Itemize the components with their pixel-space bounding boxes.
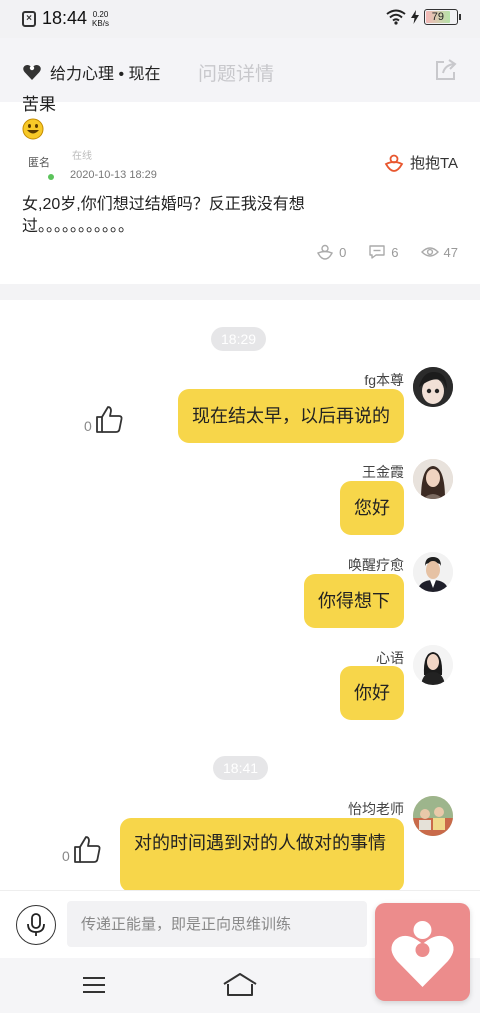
time-separator: 18:41: [213, 756, 269, 780]
hug-outline-icon: [317, 244, 334, 260]
woman-portrait-avatar-icon: [413, 645, 453, 685]
question-date: 2020-10-13 18:29: [70, 169, 157, 181]
page-title: 问题详情: [198, 64, 275, 85]
network-speed: 0.20 KB/s: [92, 10, 109, 28]
network-speed-unit: KB/s: [92, 18, 109, 28]
hug-count: 0: [339, 244, 347, 260]
user-avatar[interactable]: [413, 367, 453, 407]
microphone-icon: [26, 912, 45, 936]
home-icon: [223, 973, 257, 996]
like-button[interactable]: 0: [84, 404, 124, 434]
message-input[interactable]: [67, 901, 367, 947]
share-icon: [436, 59, 457, 80]
hug-icon: [384, 154, 404, 172]
question-stats: 0 6 47: [316, 244, 458, 260]
heart-app-icon: [391, 921, 454, 987]
source-text: 给力心理 • 现在: [50, 66, 161, 83]
message-bubble: 现在结太早，以后再说的: [178, 389, 404, 443]
message-username: 心语: [376, 650, 404, 666]
time-separator: 18:29: [211, 327, 267, 351]
comment-count: 6: [391, 244, 399, 260]
like-count: 0: [84, 418, 92, 434]
question-author: 匿名: [28, 157, 50, 169]
like-count: 0: [62, 848, 70, 864]
menu-button[interactable]: [83, 976, 105, 999]
comment-count-stat: 6: [368, 244, 399, 260]
user-avatar[interactable]: [413, 796, 453, 836]
like-button[interactable]: 0: [62, 834, 102, 864]
source-label[interactable]: 给力心理 • 现在: [22, 60, 161, 84]
man-avatar-icon: [413, 552, 453, 592]
hug-count-stat: 0: [316, 244, 346, 260]
online-status-dot: [48, 174, 54, 180]
floating-app-widget[interactable]: [375, 903, 470, 1001]
network-speed-value: 0.20: [92, 9, 109, 19]
user-avatar[interactable]: [413, 645, 453, 685]
thumbs-up-icon: [95, 406, 123, 433]
group-photo-avatar-icon: [413, 796, 453, 836]
anime-girl-avatar-icon: [413, 367, 453, 407]
user-avatar[interactable]: [413, 459, 453, 499]
view-count: 47: [443, 244, 458, 260]
online-label: 在线: [72, 151, 92, 162]
grin-emoji-icon: [22, 118, 44, 145]
status-bar: × 18:44 0.20 KB/s 79: [0, 0, 480, 38]
voice-input-button[interactable]: [16, 905, 56, 945]
question-title: 苦果: [22, 95, 56, 114]
charging-icon: [411, 10, 419, 24]
view-count-stat: 47: [420, 244, 458, 260]
share-button[interactable]: [434, 58, 458, 87]
woman-avatar-icon: [413, 459, 453, 499]
message-username: 王金霞: [362, 464, 404, 480]
notification-icon: ×: [22, 10, 36, 27]
message-username: fg本尊: [364, 372, 404, 388]
message-bubble: 你得想下: [304, 574, 404, 628]
menu-icon: [83, 977, 105, 993]
comment-icon: [369, 245, 385, 259]
message-bubble: 对的时间遇到对的人做对的事情: [120, 818, 404, 892]
thumbs-up-icon: [73, 836, 101, 863]
hug-button[interactable]: 抱抱TA: [384, 152, 458, 173]
home-button[interactable]: [222, 972, 258, 1003]
question-body: 女,20岁,你们想过结婚吗？反正我没有想过。。。。。。。。。。。: [22, 196, 305, 235]
message-username: 怡均老师: [348, 801, 404, 817]
section-divider: [0, 284, 480, 300]
hug-label: 抱抱TA: [409, 155, 458, 172]
heart-logo-icon: [23, 65, 41, 80]
message-bubble: 你好: [340, 666, 404, 720]
message-bubble: 您好: [340, 481, 404, 535]
user-avatar[interactable]: [413, 552, 453, 592]
app-header: 给力心理 • 现在 问题详情: [0, 38, 480, 102]
status-time: 18:44: [42, 8, 88, 28]
battery-level: 79: [426, 11, 450, 23]
battery-icon: 79: [424, 9, 461, 25]
wifi-icon: [386, 9, 406, 25]
message-username: 唤醒疗愈: [348, 557, 404, 573]
eye-icon: [420, 247, 439, 257]
